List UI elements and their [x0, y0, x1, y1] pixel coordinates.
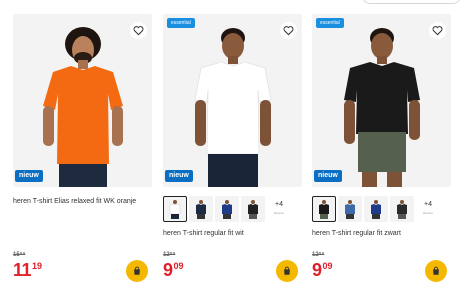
- color-swatch[interactable]: [189, 196, 213, 222]
- model-photo: [43, 27, 123, 187]
- price-euros: 11: [13, 260, 32, 280]
- tshirt-thumbnail: [196, 200, 206, 219]
- product-card[interactable]: nieuw heren T-shirt Elias relaxed fit WK…: [13, 14, 152, 296]
- price-euros: 9: [312, 260, 322, 280]
- add-to-cart-button[interactable]: [276, 260, 298, 282]
- favorite-button[interactable]: [130, 22, 147, 39]
- essential-badge: essential: [167, 18, 195, 28]
- product-card[interactable]: essential nieuw +4 kleuren heren T-shirt…: [163, 14, 302, 296]
- price: 11 19: [13, 261, 42, 279]
- search-bar-edge[interactable]: [362, 0, 461, 4]
- product-image[interactable]: essential nieuw: [163, 14, 302, 187]
- old-price: 12⁹⁹: [163, 252, 176, 258]
- color-swatches: +4 kleuren: [312, 196, 440, 222]
- model-photo: [194, 28, 272, 187]
- add-to-cart-button[interactable]: [425, 260, 447, 282]
- tshirt-thumbnail: [248, 200, 258, 219]
- color-swatch[interactable]: [364, 196, 388, 222]
- more-colors-count: +4: [424, 201, 432, 208]
- color-swatch[interactable]: [163, 196, 187, 222]
- color-swatch[interactable]: [338, 196, 362, 222]
- product-grid: nieuw heren T-shirt Elias relaxed fit WK…: [0, 0, 475, 296]
- product-title[interactable]: heren T-shirt Elias relaxed fit WK oranj…: [13, 197, 136, 206]
- heart-icon: [432, 26, 443, 36]
- shopping-bag-icon: [433, 266, 439, 275]
- old-price: 12⁹⁹: [312, 252, 325, 258]
- more-colors-count: +4: [275, 201, 283, 208]
- model-photo: [344, 28, 420, 187]
- essential-badge: essential: [316, 18, 344, 28]
- heart-icon: [283, 26, 294, 36]
- tshirt-thumbnail: [371, 200, 381, 219]
- color-swatch[interactable]: [312, 196, 336, 222]
- new-badge: nieuw: [165, 170, 193, 182]
- shopping-bag-icon: [284, 266, 290, 275]
- more-colors-label: kleuren: [274, 211, 284, 215]
- heart-icon: [133, 26, 144, 36]
- new-badge: nieuw: [15, 170, 43, 182]
- product-card[interactable]: essential nieuw +4 kleuren heren T-shirt…: [312, 14, 451, 296]
- price: 9 09: [163, 261, 184, 279]
- favorite-button[interactable]: [280, 22, 297, 39]
- add-to-cart-button[interactable]: [126, 260, 148, 282]
- color-swatch[interactable]: [215, 196, 239, 222]
- product-title[interactable]: heren T-shirt regular fit zwart: [312, 229, 401, 238]
- price: 9 09: [312, 261, 333, 279]
- tshirt-thumbnail: [169, 200, 181, 219]
- more-colors-label: kleuren: [423, 211, 433, 215]
- color-swatch[interactable]: [241, 196, 265, 222]
- product-image[interactable]: nieuw: [13, 14, 152, 187]
- tshirt-thumbnail: [319, 200, 329, 219]
- old-price: 15⁹⁹: [13, 252, 26, 258]
- shopping-bag-icon: [134, 266, 140, 275]
- more-colors-link[interactable]: +4 kleuren: [267, 196, 291, 222]
- price-euros: 9: [163, 260, 173, 280]
- more-colors-link[interactable]: +4 kleuren: [416, 196, 440, 222]
- new-badge: nieuw: [314, 170, 342, 182]
- product-title[interactable]: heren T-shirt regular fit wit: [163, 229, 244, 238]
- tshirt-thumbnail: [397, 200, 407, 219]
- tshirt-thumbnail: [345, 200, 355, 219]
- price-cents: 09: [322, 261, 333, 271]
- product-image[interactable]: essential nieuw: [312, 14, 451, 187]
- tshirt-thumbnail: [222, 200, 232, 219]
- favorite-button[interactable]: [429, 22, 446, 39]
- color-swatch[interactable]: [390, 196, 414, 222]
- price-cents: 09: [173, 261, 184, 271]
- color-swatches: +4 kleuren: [163, 196, 291, 222]
- price-cents: 19: [32, 261, 43, 271]
